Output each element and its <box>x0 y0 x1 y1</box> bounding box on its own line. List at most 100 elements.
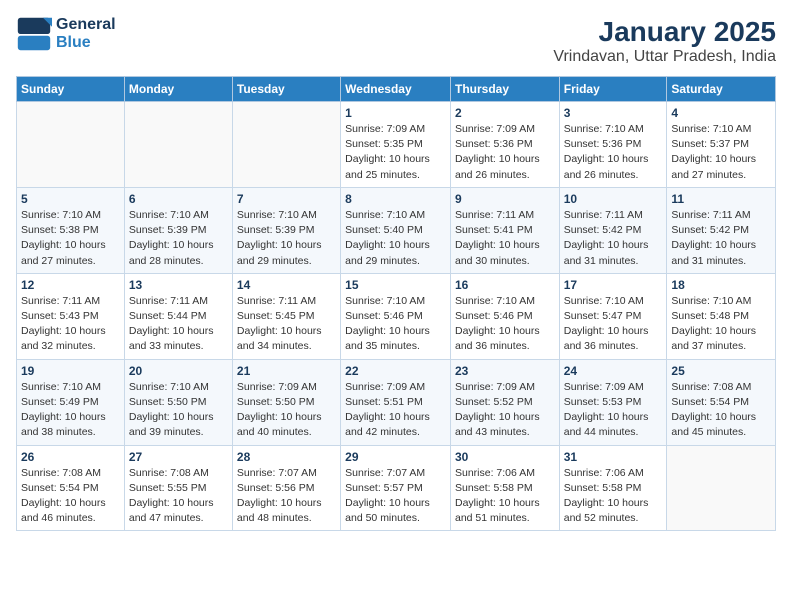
calendar-cell: 11Sunrise: 7:11 AM Sunset: 5:42 PM Dayli… <box>667 187 776 273</box>
calendar-cell: 14 Sunrise: 7:11 AM Sunset: 5:45 PM Dayli… <box>232 273 340 359</box>
day-number: 25 <box>671 364 771 378</box>
calendar-cell: 22 Sunrise: 7:09 AM Sunset: 5:51 PM Dayli… <box>341 359 451 445</box>
day-header-wednesday: Wednesday <box>341 77 451 102</box>
logo-icon <box>16 16 52 52</box>
calendar-cell: 25 Sunrise: 7:08 AM Sunset: 5:54 PM Dayli… <box>667 359 776 445</box>
week-row-4: 19 Sunrise: 7:10 AM Sunset: 5:49 PM Dayli… <box>17 359 776 445</box>
calendar-cell: 24 Sunrise: 7:09 AM Sunset: 5:53 PM Dayli… <box>559 359 667 445</box>
day-info: Sunrise: 7:11 AM Sunset: 5:42 PM Dayligh… <box>564 208 663 269</box>
day-number: 13 <box>129 278 228 292</box>
day-info: Sunrise: 7:10 AM Sunset: 5:38 PM Dayligh… <box>21 208 120 269</box>
page-header: General Blue January 2025 Vrindavan, Utt… <box>16 16 776 66</box>
calendar-cell: 18 Sunrise: 7:10 AM Sunset: 5:48 PM Dayli… <box>667 273 776 359</box>
day-number: 9 <box>455 192 555 206</box>
day-number: 19 <box>21 364 120 378</box>
calendar-cell: 20 Sunrise: 7:10 AM Sunset: 5:50 PM Dayli… <box>124 359 232 445</box>
day-info: Sunrise: 7:11 AM Sunset: 5:45 PM Dayligh… <box>237 294 336 355</box>
day-info: Sunrise: 7:08 AM Sunset: 5:54 PM Dayligh… <box>671 380 771 441</box>
day-info: Sunrise: 7:09 AM Sunset: 5:50 PM Dayligh… <box>237 380 336 441</box>
day-info: Sunrise: 7:06 AM Sunset: 5:58 PM Dayligh… <box>564 466 663 527</box>
day-number: 21 <box>237 364 336 378</box>
day-info: Sunrise: 7:09 AM Sunset: 5:52 PM Dayligh… <box>455 380 555 441</box>
calendar-cell: 26 Sunrise: 7:08 AM Sunset: 5:54 PM Dayli… <box>17 445 125 531</box>
day-info: Sunrise: 7:10 AM Sunset: 5:46 PM Dayligh… <box>345 294 446 355</box>
day-header-tuesday: Tuesday <box>232 77 340 102</box>
day-header-friday: Friday <box>559 77 667 102</box>
day-info: Sunrise: 7:10 AM Sunset: 5:39 PM Dayligh… <box>129 208 228 269</box>
calendar-cell: 12 Sunrise: 7:11 AM Sunset: 5:43 PM Dayli… <box>17 273 125 359</box>
calendar-cell <box>232 102 340 188</box>
day-info: Sunrise: 7:09 AM Sunset: 5:51 PM Dayligh… <box>345 380 446 441</box>
day-number: 31 <box>564 450 663 464</box>
day-number: 14 <box>237 278 336 292</box>
day-number: 1 <box>345 106 446 120</box>
calendar-cell: 9 Sunrise: 7:11 AM Sunset: 5:41 PM Daylig… <box>450 187 559 273</box>
calendar-cell: 31 Sunrise: 7:06 AM Sunset: 5:58 PM Dayli… <box>559 445 667 531</box>
day-info: Sunrise: 7:10 AM Sunset: 5:49 PM Dayligh… <box>21 380 120 441</box>
day-number: 5 <box>21 192 120 206</box>
calendar-cell: 4Sunrise: 7:10 AM Sunset: 5:37 PM Daylig… <box>667 102 776 188</box>
calendar-cell: 13 Sunrise: 7:11 AM Sunset: 5:44 PM Dayli… <box>124 273 232 359</box>
calendar-cell: 21 Sunrise: 7:09 AM Sunset: 5:50 PM Dayli… <box>232 359 340 445</box>
day-header-thursday: Thursday <box>450 77 559 102</box>
calendar-cell: 19 Sunrise: 7:10 AM Sunset: 5:49 PM Dayli… <box>17 359 125 445</box>
day-number: 20 <box>129 364 228 378</box>
day-number: 22 <box>345 364 446 378</box>
day-number: 17 <box>564 278 663 292</box>
calendar-cell: 1 Sunrise: 7:09 AM Sunset: 5:35 PM Daylig… <box>341 102 451 188</box>
day-number: 10 <box>564 192 663 206</box>
day-number: 26 <box>21 450 120 464</box>
day-info: Sunrise: 7:07 AM Sunset: 5:56 PM Dayligh… <box>237 466 336 527</box>
day-number: 8 <box>345 192 446 206</box>
day-number: 28 <box>237 450 336 464</box>
day-info: Sunrise: 7:11 AM Sunset: 5:43 PM Dayligh… <box>21 294 120 355</box>
day-info: Sunrise: 7:11 AM Sunset: 5:44 PM Dayligh… <box>129 294 228 355</box>
day-info: Sunrise: 7:07 AM Sunset: 5:57 PM Dayligh… <box>345 466 446 527</box>
day-number: 2 <box>455 106 555 120</box>
calendar-cell: 23 Sunrise: 7:09 AM Sunset: 5:52 PM Dayli… <box>450 359 559 445</box>
day-number: 11 <box>671 192 771 206</box>
title-block: January 2025 Vrindavan, Uttar Pradesh, I… <box>553 16 776 66</box>
calendar-cell: 7Sunrise: 7:10 AM Sunset: 5:39 PM Daylig… <box>232 187 340 273</box>
day-info: Sunrise: 7:10 AM Sunset: 5:48 PM Dayligh… <box>671 294 771 355</box>
day-info: Sunrise: 7:09 AM Sunset: 5:53 PM Dayligh… <box>564 380 663 441</box>
calendar-cell: 28 Sunrise: 7:07 AM Sunset: 5:56 PM Dayli… <box>232 445 340 531</box>
day-info: Sunrise: 7:11 AM Sunset: 5:41 PM Dayligh… <box>455 208 555 269</box>
day-number: 16 <box>455 278 555 292</box>
day-number: 6 <box>129 192 228 206</box>
day-info: Sunrise: 7:10 AM Sunset: 5:50 PM Dayligh… <box>129 380 228 441</box>
calendar-subtitle: Vrindavan, Uttar Pradesh, India <box>553 48 776 66</box>
calendar-title: January 2025 <box>553 16 776 48</box>
calendar-table: SundayMondayTuesdayWednesdayThursdayFrid… <box>16 76 776 531</box>
day-number: 24 <box>564 364 663 378</box>
day-info: Sunrise: 7:10 AM Sunset: 5:37 PM Dayligh… <box>671 122 771 183</box>
calendar-cell: 27 Sunrise: 7:08 AM Sunset: 5:55 PM Dayli… <box>124 445 232 531</box>
day-number: 12 <box>21 278 120 292</box>
day-info: Sunrise: 7:08 AM Sunset: 5:54 PM Dayligh… <box>21 466 120 527</box>
calendar-cell: 8Sunrise: 7:10 AM Sunset: 5:40 PM Daylig… <box>341 187 451 273</box>
calendar-cell: 17Sunrise: 7:10 AM Sunset: 5:47 PM Dayli… <box>559 273 667 359</box>
day-number: 18 <box>671 278 771 292</box>
week-row-1: 1 Sunrise: 7:09 AM Sunset: 5:35 PM Daylig… <box>17 102 776 188</box>
day-info: Sunrise: 7:06 AM Sunset: 5:58 PM Dayligh… <box>455 466 555 527</box>
calendar-cell: 15Sunrise: 7:10 AM Sunset: 5:46 PM Dayli… <box>341 273 451 359</box>
day-info: Sunrise: 7:10 AM Sunset: 5:39 PM Dayligh… <box>237 208 336 269</box>
calendar-cell: 6 Sunrise: 7:10 AM Sunset: 5:39 PM Daylig… <box>124 187 232 273</box>
logo-text: General Blue <box>56 16 116 52</box>
day-number: 30 <box>455 450 555 464</box>
logo: General Blue <box>16 16 116 52</box>
calendar-cell: 10 Sunrise: 7:11 AM Sunset: 5:42 PM Dayli… <box>559 187 667 273</box>
day-info: Sunrise: 7:10 AM Sunset: 5:46 PM Dayligh… <box>455 294 555 355</box>
day-number: 23 <box>455 364 555 378</box>
day-info: Sunrise: 7:09 AM Sunset: 5:36 PM Dayligh… <box>455 122 555 183</box>
calendar-cell: 30 Sunrise: 7:06 AM Sunset: 5:58 PM Dayli… <box>450 445 559 531</box>
calendar-cell <box>124 102 232 188</box>
day-header-saturday: Saturday <box>667 77 776 102</box>
day-info: Sunrise: 7:09 AM Sunset: 5:35 PM Dayligh… <box>345 122 446 183</box>
calendar-cell: 29Sunrise: 7:07 AM Sunset: 5:57 PM Dayli… <box>341 445 451 531</box>
days-header-row: SundayMondayTuesdayWednesdayThursdayFrid… <box>17 77 776 102</box>
day-info: Sunrise: 7:08 AM Sunset: 5:55 PM Dayligh… <box>129 466 228 527</box>
day-number: 27 <box>129 450 228 464</box>
week-row-2: 5 Sunrise: 7:10 AM Sunset: 5:38 PM Daylig… <box>17 187 776 273</box>
calendar-cell <box>667 445 776 531</box>
